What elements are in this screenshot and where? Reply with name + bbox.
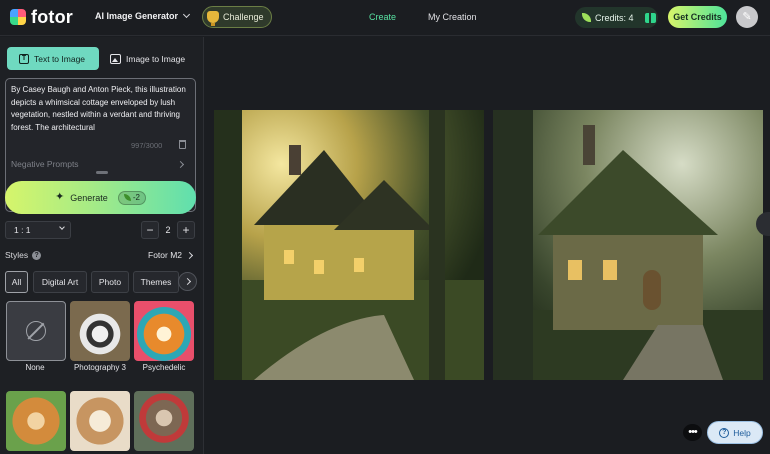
generated-image[interactable] xyxy=(493,110,763,380)
negative-prompts-label[interactable]: Negative Prompts xyxy=(11,159,79,169)
model-selector[interactable]: Fotor M2 xyxy=(148,250,194,260)
leaf-icon xyxy=(123,194,131,201)
styles-heading: Styles ? xyxy=(5,250,42,260)
count-decrement-button[interactable]: − xyxy=(141,221,159,239)
chevron-right-icon[interactable] xyxy=(176,160,185,169)
tab-text-to-image-label: Text to Image xyxy=(34,53,86,64)
sparkle-icon: ✦ xyxy=(55,191,65,203)
chevron-right-icon xyxy=(185,251,194,259)
trash-icon[interactable] xyxy=(179,140,186,149)
tab-image-to-image-label: Image to Image xyxy=(126,53,186,64)
styles-label: Styles xyxy=(5,250,29,260)
challenge-label: Challenge xyxy=(223,12,264,22)
style-tab-photo[interactable]: Photo xyxy=(91,271,129,293)
logo-text: fotor xyxy=(31,7,73,27)
cottage-image-2 xyxy=(493,110,763,380)
tool-dropdown-label: AI Image Generator xyxy=(95,11,179,21)
tab-text-to-image[interactable]: T Text to Image xyxy=(7,47,99,70)
fotor-logo[interactable]: fotor xyxy=(10,8,73,26)
image-icon xyxy=(110,53,121,64)
style-label-none: None xyxy=(25,363,45,372)
trophy-icon xyxy=(207,11,219,26)
credits-label: Credits: 4 xyxy=(595,12,634,23)
none-icon xyxy=(26,321,46,341)
style-label-psychedelic: Psychedelic xyxy=(142,363,186,372)
chevron-down-icon xyxy=(182,10,191,19)
gift-icon[interactable] xyxy=(644,12,656,23)
model-label: Fotor M2 xyxy=(148,250,183,260)
challenge-button[interactable]: Challenge xyxy=(202,6,272,28)
style-thumbnail-psychedelic[interactable] xyxy=(134,301,194,361)
credits-badge[interactable]: Credits: 4 xyxy=(575,7,658,28)
style-tab-digital-art[interactable]: Digital Art xyxy=(33,271,87,293)
style-thumbnail-photography-3[interactable] xyxy=(70,301,130,361)
more-icon[interactable]: ••• xyxy=(683,424,702,441)
generate-cost-badge: -2 xyxy=(117,190,146,205)
generate-label: Generate xyxy=(70,192,108,203)
generate-cost: -2 xyxy=(132,193,140,202)
image-count-value: 2 xyxy=(165,225,171,235)
cottage-image-1 xyxy=(214,110,484,380)
generate-button[interactable]: ✦ Generate -2 xyxy=(5,181,196,214)
get-credits-button[interactable]: Get Credits xyxy=(668,6,727,28)
help-button[interactable]: ? Help xyxy=(707,421,763,444)
generated-image[interactable] xyxy=(214,110,484,380)
nav-create[interactable]: Create xyxy=(369,12,396,22)
style-thumbnail[interactable] xyxy=(70,391,130,451)
style-thumbnail-none[interactable] xyxy=(6,301,66,361)
avatar-pen-icon: ✎ xyxy=(742,10,752,23)
style-thumbnail[interactable] xyxy=(134,391,194,451)
app: fotor AI Image Generator Challenge Creat… xyxy=(0,0,770,454)
style-tab-all[interactable]: All xyxy=(5,271,28,293)
style-thumbnail[interactable] xyxy=(6,391,66,451)
help-label: Help xyxy=(733,427,751,438)
count-increment-button[interactable]: + xyxy=(177,221,195,239)
prompt-char-count: 997/3000 xyxy=(131,141,163,150)
prompt-text[interactable]: By Casey Baugh and Anton Pieck, this ill… xyxy=(11,84,191,134)
avatar[interactable]: ✎ xyxy=(736,6,758,28)
chevron-right-icon xyxy=(183,277,192,286)
logo-mark-icon xyxy=(10,9,26,25)
leaf-icon xyxy=(582,13,591,22)
style-tab-themes[interactable]: Themes xyxy=(133,271,179,293)
aspect-ratio-select[interactable]: 1 : 1 xyxy=(5,221,71,239)
style-label-photography-3: Photography 3 xyxy=(73,363,127,372)
question-icon: ? xyxy=(719,427,730,438)
results-area xyxy=(205,37,770,454)
chevron-down-icon xyxy=(59,224,65,230)
styles-next-button[interactable] xyxy=(178,272,197,291)
top-bar: fotor AI Image Generator Challenge Creat… xyxy=(0,0,770,36)
prompt-scroll-handle[interactable] xyxy=(96,171,108,174)
tool-dropdown[interactable]: AI Image Generator xyxy=(95,10,191,21)
tab-image-to-image[interactable]: Image to Image xyxy=(103,47,195,70)
question-icon[interactable]: ? xyxy=(32,250,42,260)
nav-my-creation[interactable]: My Creation xyxy=(428,12,477,22)
text-icon: T xyxy=(19,53,29,64)
aspect-ratio-value: 1 : 1 xyxy=(14,225,31,235)
